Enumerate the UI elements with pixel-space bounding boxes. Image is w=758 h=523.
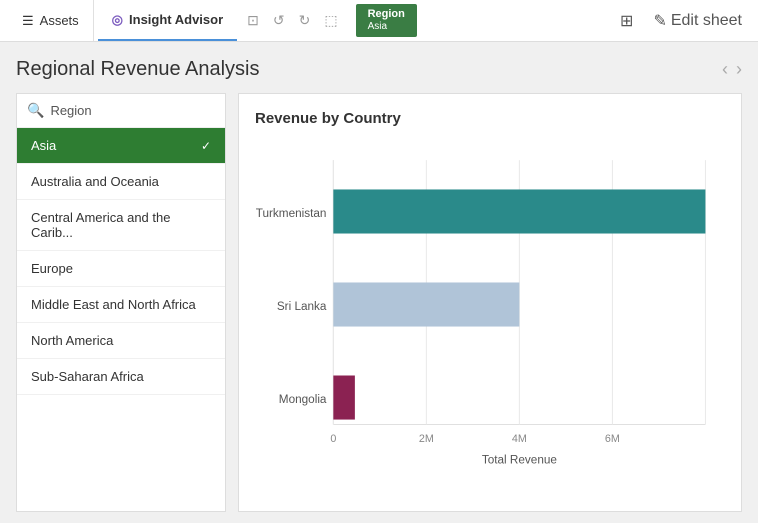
- bar-sri-lanka[interactable]: [333, 282, 519, 326]
- chart-title: Revenue by Country: [255, 110, 725, 127]
- list-item-label: Central America and the Carib...: [31, 210, 170, 240]
- grid-icon: ⊞: [620, 11, 633, 31]
- page-title: Regional Revenue Analysis: [16, 58, 260, 81]
- left-panel: 🔍 Region Asia ✓ Australia and Oceania Ce…: [16, 93, 226, 512]
- svg-text:Sri Lanka: Sri Lanka: [277, 300, 327, 313]
- list-item-asia[interactable]: Asia ✓: [17, 128, 225, 164]
- list-item-label: Asia: [31, 138, 56, 153]
- list-item-north-america[interactable]: North America: [17, 323, 225, 359]
- svg-text:2M: 2M: [419, 433, 434, 445]
- grid-icon-button[interactable]: ⊞: [612, 7, 641, 35]
- list-item-middle-east[interactable]: Middle East and North Africa: [17, 287, 225, 323]
- check-icon: ✓: [201, 139, 211, 153]
- search-bar: 🔍 Region: [17, 94, 225, 128]
- content-row: 🔍 Region Asia ✓ Australia and Oceania Ce…: [16, 93, 742, 512]
- list-item-label: North America: [31, 333, 113, 348]
- chart-panel: Revenue by Country Turkmenistan: [238, 93, 742, 512]
- toolbar-tools: ⊡ ↺ ↻ ⬚: [241, 6, 343, 35]
- bar-mongolia[interactable]: [333, 376, 355, 420]
- page-header: Regional Revenue Analysis ‹ ›: [16, 58, 742, 81]
- edit-sheet-label: Edit sheet: [671, 12, 742, 30]
- forward-arrow[interactable]: ›: [736, 59, 742, 80]
- list-item-label: Europe: [31, 261, 73, 276]
- undo-icon[interactable]: ↺: [267, 6, 291, 35]
- edit-icon: ✎: [653, 11, 666, 31]
- list-item-australia[interactable]: Australia and Oceania: [17, 164, 225, 200]
- search-icon: 🔍: [27, 102, 44, 119]
- redo-icon[interactable]: ↻: [293, 6, 317, 35]
- svg-text:6M: 6M: [605, 433, 620, 445]
- assets-label: Assets: [40, 13, 79, 28]
- edit-sheet-button[interactable]: ✎ Edit sheet: [645, 7, 750, 35]
- back-arrow[interactable]: ‹: [722, 59, 728, 80]
- main-area: Regional Revenue Analysis ‹ › 🔍 Region A…: [0, 42, 758, 523]
- scan-icon[interactable]: ⊡: [241, 6, 265, 35]
- svg-text:Total Revenue: Total Revenue: [482, 454, 558, 467]
- screenshot-icon[interactable]: ⬚: [318, 6, 343, 35]
- svg-text:Turkmenistan: Turkmenistan: [256, 207, 327, 220]
- region-badge[interactable]: Region Asia: [356, 4, 417, 37]
- region-badge-sub: Asia: [368, 21, 405, 33]
- assets-tab[interactable]: ☰ Assets: [8, 0, 94, 41]
- list-item-europe[interactable]: Europe: [17, 251, 225, 287]
- insight-icon: ◎: [112, 12, 123, 28]
- top-nav: ☰ Assets ◎ Insight Advisor ⊡ ↺ ↻ ⬚ Regio…: [0, 0, 758, 42]
- svg-text:0: 0: [330, 433, 336, 445]
- assets-icon: ☰: [22, 13, 34, 29]
- page-nav-arrows: ‹ ›: [722, 59, 742, 80]
- list-item-sub-saharan[interactable]: Sub-Saharan Africa: [17, 359, 225, 395]
- search-label: Region: [50, 103, 91, 118]
- bar-turkmenistan[interactable]: [333, 189, 705, 233]
- svg-text:4M: 4M: [512, 433, 527, 445]
- chart-svg: Turkmenistan Sri Lanka Mongolia 0 2M 4M …: [255, 139, 725, 495]
- insight-advisor-tab[interactable]: ◎ Insight Advisor: [98, 0, 237, 41]
- list-item-label: Sub-Saharan Africa: [31, 369, 144, 384]
- insight-advisor-label: Insight Advisor: [129, 12, 223, 27]
- list-item-central-america[interactable]: Central America and the Carib...: [17, 200, 225, 251]
- list-item-label: Middle East and North Africa: [31, 297, 196, 312]
- region-badge-label: Region: [368, 8, 405, 21]
- svg-text:Mongolia: Mongolia: [279, 393, 327, 406]
- list-item-label: Australia and Oceania: [31, 174, 159, 189]
